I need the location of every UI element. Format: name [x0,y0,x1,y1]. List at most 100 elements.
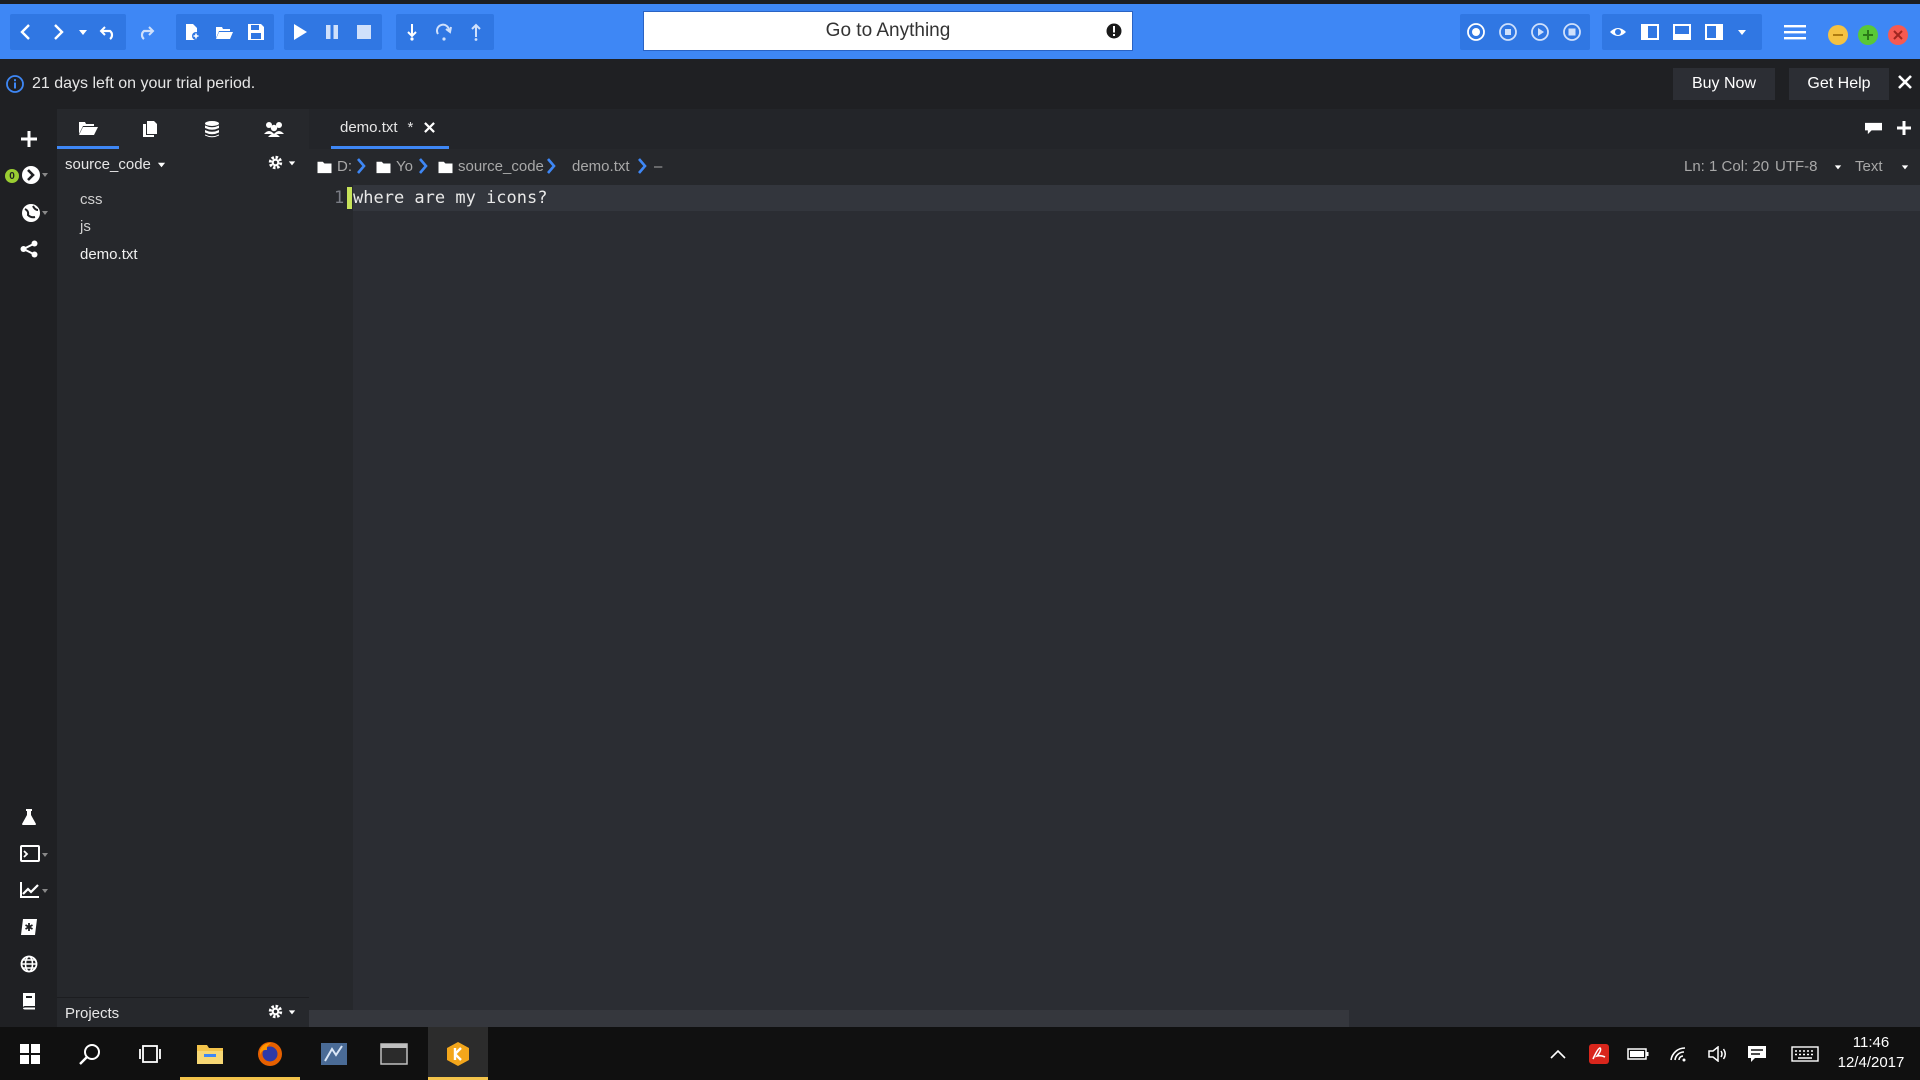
redo-icon [140,26,155,40]
minimize-button[interactable] [1828,25,1848,45]
tab-places[interactable] [57,109,119,149]
layout-group [1602,14,1762,50]
acrobat-tray[interactable] [1588,1043,1610,1065]
help-book-button[interactable] [0,984,57,1018]
breadcrumb-drive[interactable]: D: [316,158,352,175]
editor-area[interactable] [309,109,1920,1027]
task-view-button[interactable] [120,1027,180,1080]
volume-tray[interactable] [1707,1043,1729,1065]
undo-button[interactable] [92,14,124,50]
toggle-left-pane-button[interactable] [1634,14,1666,50]
notification-icon[interactable] [1106,23,1122,39]
stats-button[interactable] [0,873,57,907]
tree-item-demo-txt[interactable]: demo.txt [80,246,138,263]
new-tab-button[interactable] [1896,120,1912,136]
buy-now-button[interactable]: Buy Now [1673,68,1775,100]
test-button[interactable] [0,800,57,834]
editor-tab-demo-txt[interactable]: demo.txt * [331,109,449,149]
action-center-tray[interactable] [1746,1043,1768,1065]
run-button[interactable] [284,14,316,50]
split-view-button[interactable] [1864,120,1883,137]
clock-time: 11:46 [1852,1034,1890,1051]
open-file-button[interactable] [208,14,240,50]
breadcrumb-file[interactable]: demo.txt [572,158,630,175]
tab-collaboration[interactable] [243,109,305,149]
regex-button[interactable] [0,910,57,944]
dismiss-trial-button[interactable] [1896,73,1914,91]
play-icon [294,24,307,40]
main-toolbar [0,0,1920,59]
preview-button[interactable] [1602,14,1634,50]
tab-code-intel[interactable] [181,109,243,149]
step-out-button[interactable] [460,14,492,50]
step-over-button[interactable] [428,14,460,50]
breadcrumb-symbol[interactable]: – [654,158,662,175]
close-tab-icon[interactable] [424,122,436,133]
wifi-tray[interactable] [1668,1043,1690,1065]
save-button[interactable] [240,14,272,50]
history-dropdown[interactable] [74,14,92,50]
search-button[interactable] [60,1027,120,1080]
info-icon [6,75,24,93]
breadcrumb-source-code[interactable]: source_code [437,158,544,175]
shell-button[interactable] [0,837,57,871]
vcs-button[interactable]: 0 [0,158,57,192]
stop-macro-button[interactable] [1492,14,1524,50]
breadcrumb-yo[interactable]: Yo [375,158,413,175]
terminal-taskbar[interactable] [364,1027,424,1080]
flask-icon [21,809,36,825]
folder-icon [438,161,453,173]
maximize-button[interactable] [1858,25,1878,45]
browser-button[interactable] [0,196,57,230]
toggle-right-pane-button[interactable] [1698,14,1730,50]
new-file-button[interactable] [176,14,208,50]
record-icon [1467,23,1485,41]
touch-keyboard-tray[interactable] [1790,1043,1820,1065]
go-to-anything-input[interactable] [686,19,1090,43]
pause-button[interactable] [316,14,348,50]
save-macro-button[interactable] [1556,14,1588,50]
project-selector[interactable]: source_code [65,156,166,173]
battery-icon [1627,1048,1649,1060]
close-window-button[interactable] [1888,25,1908,45]
firefox-taskbar[interactable] [240,1027,300,1080]
play-macro-button[interactable] [1524,14,1556,50]
current-line-highlight [353,185,1920,211]
tree-item-css[interactable]: css [80,191,103,208]
show-hidden-icons[interactable] [1548,1043,1568,1065]
start-button[interactable] [0,1027,60,1080]
step-out-icon [471,23,481,41]
layout-dropdown[interactable] [1730,14,1754,50]
caret-down-icon [288,160,296,165]
editor-line-text[interactable]: where are my icons? [353,188,547,208]
toggle-bottom-pane-button[interactable] [1666,14,1698,50]
redo-button[interactable] [130,14,162,50]
tree-item-js[interactable]: js [80,218,91,235]
record-macro-button[interactable] [1460,14,1492,50]
get-help-button[interactable]: Get Help [1789,68,1889,100]
battery-tray[interactable] [1626,1043,1650,1065]
forward-button[interactable] [42,14,74,50]
share-button[interactable] [0,232,57,266]
stop-button[interactable] [348,14,380,50]
encoding-selector[interactable]: UTF-8 [1775,158,1842,175]
debug-step-group [396,14,494,50]
step-in-button[interactable] [396,14,428,50]
tab-open-files[interactable] [119,109,181,149]
language-selector[interactable]: Text [1855,158,1909,175]
back-button[interactable] [10,14,42,50]
firefox-icon [258,1041,282,1066]
komodo-taskbar[interactable] [428,1027,488,1080]
main-menu-button[interactable] [1779,14,1811,50]
go-to-anything-bar[interactable] [643,11,1133,51]
app-taskbar[interactable] [304,1027,364,1080]
places-settings-button[interactable] [267,154,296,171]
redo-group [130,14,162,50]
web-button[interactable] [0,947,57,981]
clock[interactable]: 11:46 12/4/2017 [1830,1033,1912,1073]
horizontal-scrollbar[interactable] [309,1010,1349,1027]
left-icon-strip: 0 [0,109,57,1027]
add-button[interactable] [0,122,57,156]
file-explorer-taskbar[interactable] [180,1027,240,1080]
projects-settings-button[interactable] [267,1003,296,1020]
